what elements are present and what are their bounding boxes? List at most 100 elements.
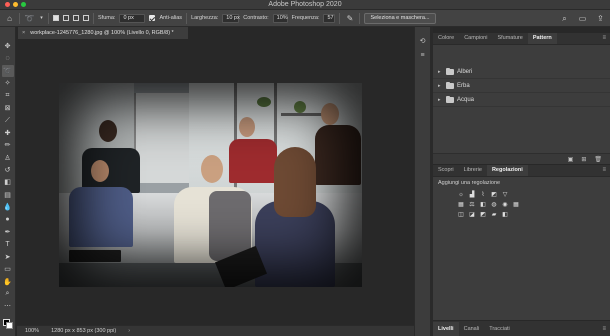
- folder-icon: [446, 81, 454, 89]
- chevron-right-icon[interactable]: ▸: [438, 69, 443, 75]
- zoom-tool-icon[interactable]: ⌕: [2, 288, 14, 300]
- home-icon[interactable]: ⌂: [4, 13, 15, 24]
- exposure-icon[interactable]: ◩: [490, 191, 498, 198]
- gradient-tool-icon[interactable]: ▤: [2, 189, 14, 201]
- invert-icon[interactable]: ◫: [457, 211, 465, 218]
- adjustments-panel-tabs: Scopri Librerie Regolazioni ≡: [433, 165, 610, 177]
- tab-tracciati[interactable]: Tracciati: [484, 322, 515, 336]
- feather-input[interactable]: 0 px: [119, 13, 146, 23]
- quick-select-tool-icon[interactable]: ✧: [2, 77, 14, 89]
- folder-label: Alberi: [457, 68, 473, 75]
- contrast-label: Contrasto:: [243, 15, 269, 21]
- tab-canali[interactable]: Canali: [459, 322, 485, 336]
- curves-icon[interactable]: ⌇: [479, 191, 487, 198]
- contrast-input[interactable]: 10%: [272, 13, 288, 23]
- background-color-swatch[interactable]: [6, 322, 13, 329]
- pen-tool-icon[interactable]: ✒: [2, 226, 14, 238]
- zoom-window-button[interactable]: [21, 2, 26, 7]
- black-white-icon[interactable]: ◧: [479, 201, 487, 208]
- hue-saturation-icon[interactable]: ▦: [457, 201, 465, 208]
- marquee-tool-icon[interactable]: ◌: [2, 52, 14, 64]
- history-brush-tool-icon[interactable]: ↺: [2, 164, 14, 176]
- tab-campioni[interactable]: Campioni: [459, 33, 492, 44]
- clone-stamp-tool-icon[interactable]: ♙: [2, 152, 14, 164]
- levels-icon[interactable]: ▟: [468, 191, 476, 198]
- options-right-group: ⌕ ▭ ⇪: [559, 13, 606, 24]
- minimize-window-button[interactable]: [13, 2, 18, 7]
- antialias-checkbox[interactable]: [149, 15, 156, 21]
- new-selection-icon[interactable]: [53, 15, 59, 21]
- list-item[interactable]: ▸ Alberi: [433, 65, 610, 79]
- document-tab-label: workplace-1245776_1280.jpg @ 100% (Livel…: [30, 30, 174, 36]
- brightness-contrast-icon[interactable]: ☼: [457, 191, 465, 198]
- path-selection-tool-icon[interactable]: ➤: [2, 251, 14, 263]
- tab-sfumature[interactable]: Sfumature: [492, 33, 527, 44]
- crop-tool-icon[interactable]: ⌗: [2, 90, 14, 102]
- hand-tool-icon[interactable]: ✋: [2, 275, 14, 287]
- intersect-selection-icon[interactable]: [83, 15, 89, 21]
- posterize-icon[interactable]: ◪: [468, 211, 476, 218]
- channel-mixer-icon[interactable]: ◉: [501, 201, 509, 208]
- folder-icon: [446, 67, 454, 75]
- new-group-icon[interactable]: ▣: [568, 156, 574, 163]
- move-tool-icon[interactable]: ✥: [2, 40, 14, 52]
- chevron-down-icon[interactable]: ▾: [39, 13, 44, 24]
- pattern-panel-spacer: [433, 45, 610, 65]
- color-lookup-icon[interactable]: ▦: [512, 201, 520, 208]
- chevron-right-icon[interactable]: ▸: [438, 97, 443, 103]
- add-selection-icon[interactable]: [63, 15, 69, 21]
- workspace-icon[interactable]: ▭: [577, 13, 588, 24]
- selective-color-icon[interactable]: ◧: [501, 211, 509, 218]
- trash-icon[interactable]: 🗑: [594, 156, 602, 163]
- subtract-selection-icon[interactable]: [73, 15, 79, 21]
- divider: [339, 12, 341, 24]
- tab-regolazioni[interactable]: Regolazioni: [486, 165, 528, 176]
- close-window-button[interactable]: [5, 2, 10, 7]
- adjustments-panel: Scopri Librerie Regolazioni ≡ Aggiungi u…: [433, 165, 610, 320]
- panel-menu-icon[interactable]: ≡: [602, 33, 606, 44]
- tab-livelli[interactable]: Livelli: [433, 322, 459, 336]
- close-document-icon[interactable]: ×: [22, 30, 25, 36]
- brush-tool-icon[interactable]: ✏: [2, 139, 14, 151]
- more-tools-icon[interactable]: ⋯: [2, 300, 14, 312]
- properties-panel-icon[interactable]: ≡: [419, 51, 427, 59]
- zoom-level[interactable]: 100%: [25, 328, 39, 334]
- tab-scopri[interactable]: Scopri: [433, 165, 459, 176]
- threshold-icon[interactable]: ◩: [479, 211, 487, 218]
- color-balance-icon[interactable]: ⚖: [468, 201, 476, 208]
- width-input[interactable]: 10 px: [222, 13, 240, 23]
- list-item[interactable]: ▸ Erba: [433, 79, 610, 93]
- list-item[interactable]: ▸ Acqua: [433, 93, 610, 107]
- pattern-panel-tabs: Colore Campioni Sfumature Pattern ≡: [433, 33, 610, 45]
- chevron-right-icon[interactable]: ›: [128, 328, 130, 334]
- eyedropper-tool-icon[interactable]: ⟋: [2, 114, 14, 126]
- frame-tool-icon[interactable]: ⊠: [2, 102, 14, 114]
- panel-menu-icon[interactable]: ≡: [602, 165, 606, 176]
- search-icon[interactable]: ⌕: [559, 13, 570, 24]
- tab-colore[interactable]: Colore: [433, 33, 459, 44]
- tab-pattern[interactable]: Pattern: [527, 33, 557, 44]
- type-tool-icon[interactable]: T: [2, 238, 14, 250]
- history-panel-icon[interactable]: ⟲: [419, 37, 427, 45]
- tab-librerie[interactable]: Librerie: [459, 165, 487, 176]
- rectangle-tool-icon[interactable]: ▭: [2, 263, 14, 275]
- panel-menu-icon[interactable]: ≡: [602, 322, 606, 336]
- gradient-map-icon[interactable]: ▰: [490, 211, 498, 218]
- share-icon[interactable]: ⇪: [595, 13, 606, 24]
- document-tab[interactable]: × workplace-1245776_1280.jpg @ 100% (Live…: [18, 27, 188, 39]
- frequency-input[interactable]: 57: [323, 13, 336, 23]
- document-image[interactable]: [59, 83, 362, 287]
- dodge-tool-icon[interactable]: ●: [2, 213, 14, 225]
- lasso-tool-preset-icon[interactable]: ➰: [24, 13, 35, 24]
- lasso-tool-icon[interactable]: ➰: [1, 64, 14, 78]
- new-pattern-icon[interactable]: ⊞: [581, 156, 586, 163]
- blur-tool-icon[interactable]: 💧: [2, 201, 14, 213]
- pen-pressure-icon[interactable]: ✎: [344, 13, 355, 24]
- photo-filter-icon[interactable]: ◍: [490, 201, 498, 208]
- adjustments-grid: ☼ ▟ ⌇ ◩ ▽ ▦ ⚖ ◧ ◍ ◉ ▦ ◫ ◪ ◩ ▰ ◧: [433, 189, 610, 219]
- chevron-right-icon[interactable]: ▸: [438, 83, 443, 89]
- vibrance-icon[interactable]: ▽: [501, 191, 509, 198]
- healing-brush-tool-icon[interactable]: ✚: [2, 127, 14, 139]
- select-and-mask-button[interactable]: Seleziona e maschera...: [364, 12, 436, 24]
- eraser-tool-icon[interactable]: ◧: [2, 176, 14, 188]
